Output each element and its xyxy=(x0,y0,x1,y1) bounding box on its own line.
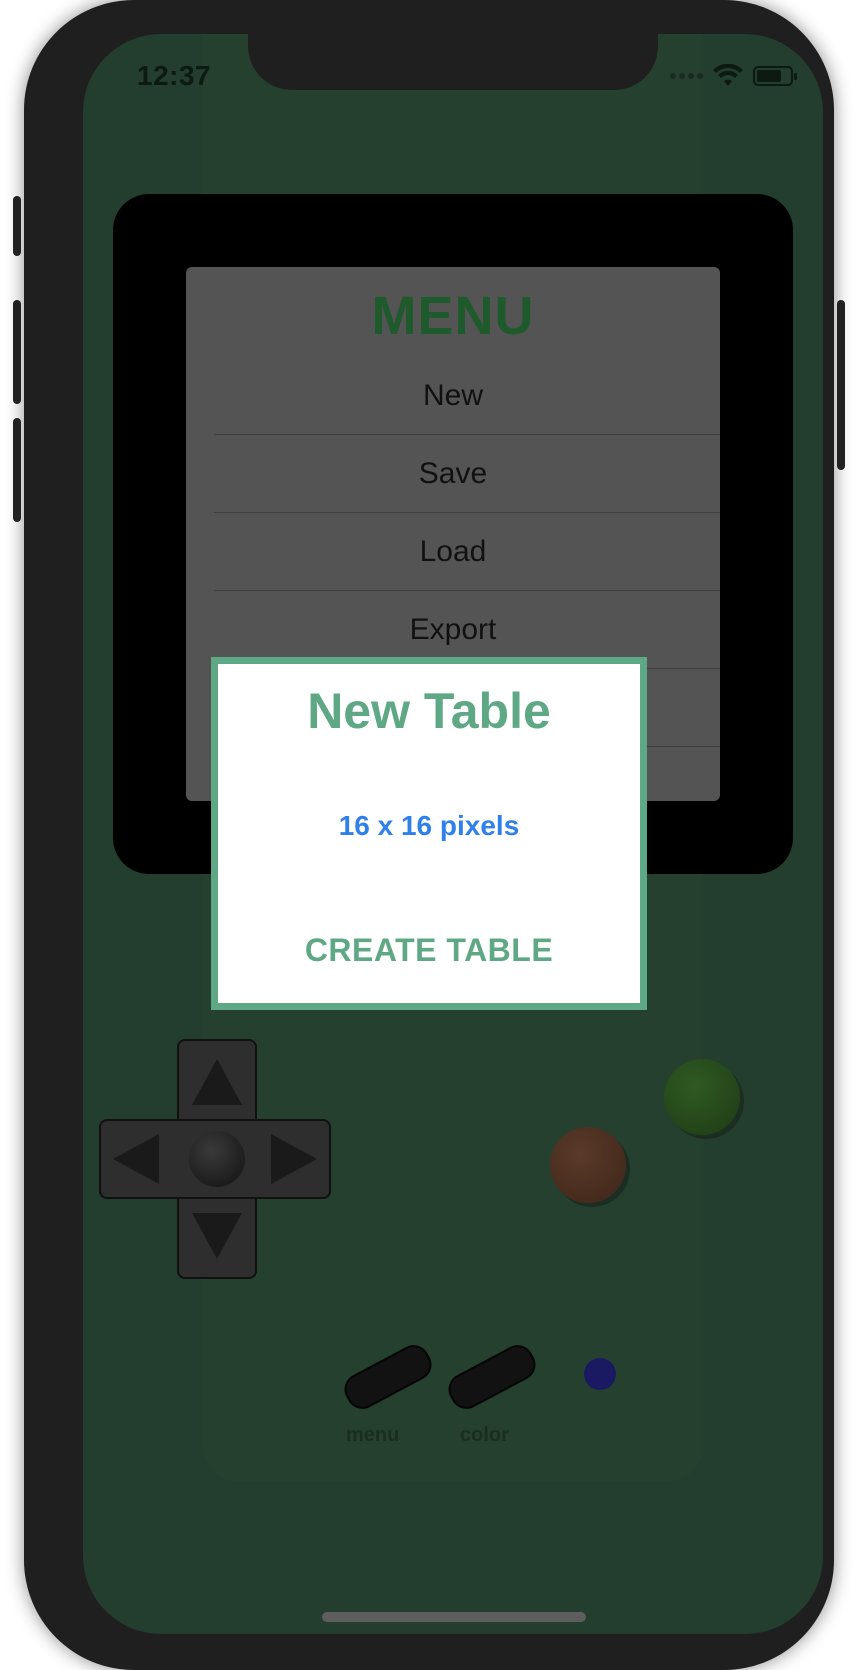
power-led xyxy=(584,1358,616,1390)
dpad-up-icon[interactable] xyxy=(192,1059,242,1105)
volume-up-button xyxy=(13,300,21,404)
create-table-button[interactable]: CREATE TABLE xyxy=(218,932,640,969)
menu-item-load[interactable]: Load xyxy=(186,513,720,591)
color-button-label: color xyxy=(460,1424,509,1446)
menu-title: MENU xyxy=(371,286,535,346)
b-button[interactable] xyxy=(550,1127,626,1203)
menu-button-label: menu xyxy=(346,1424,400,1446)
dpad-left-icon[interactable] xyxy=(113,1134,159,1184)
dpad-right-icon[interactable] xyxy=(271,1134,317,1184)
status-icons xyxy=(670,62,797,90)
volume-down-button xyxy=(13,418,21,522)
dpad-center xyxy=(189,1131,245,1187)
battery-icon xyxy=(753,66,797,86)
wifi-icon xyxy=(713,64,743,86)
power-button xyxy=(837,300,845,470)
dpad[interactable] xyxy=(99,1039,331,1279)
a-button[interactable] xyxy=(664,1059,740,1135)
notch xyxy=(248,34,658,90)
signal-icon xyxy=(670,73,703,79)
status-time: 12:37 xyxy=(137,60,212,91)
menu-item-save[interactable]: Save xyxy=(186,435,720,513)
dialog-title: New Table xyxy=(307,683,551,739)
new-table-dialog: New Table 16 x 16 pixels CREATE TABLE xyxy=(211,657,647,1010)
mute-switch xyxy=(13,196,21,256)
dpad-down-icon[interactable] xyxy=(192,1213,242,1259)
menu-item-new[interactable]: New xyxy=(186,357,720,435)
table-size-selector[interactable]: 16 x 16 pixels xyxy=(218,810,640,842)
home-indicator[interactable] xyxy=(322,1612,586,1622)
